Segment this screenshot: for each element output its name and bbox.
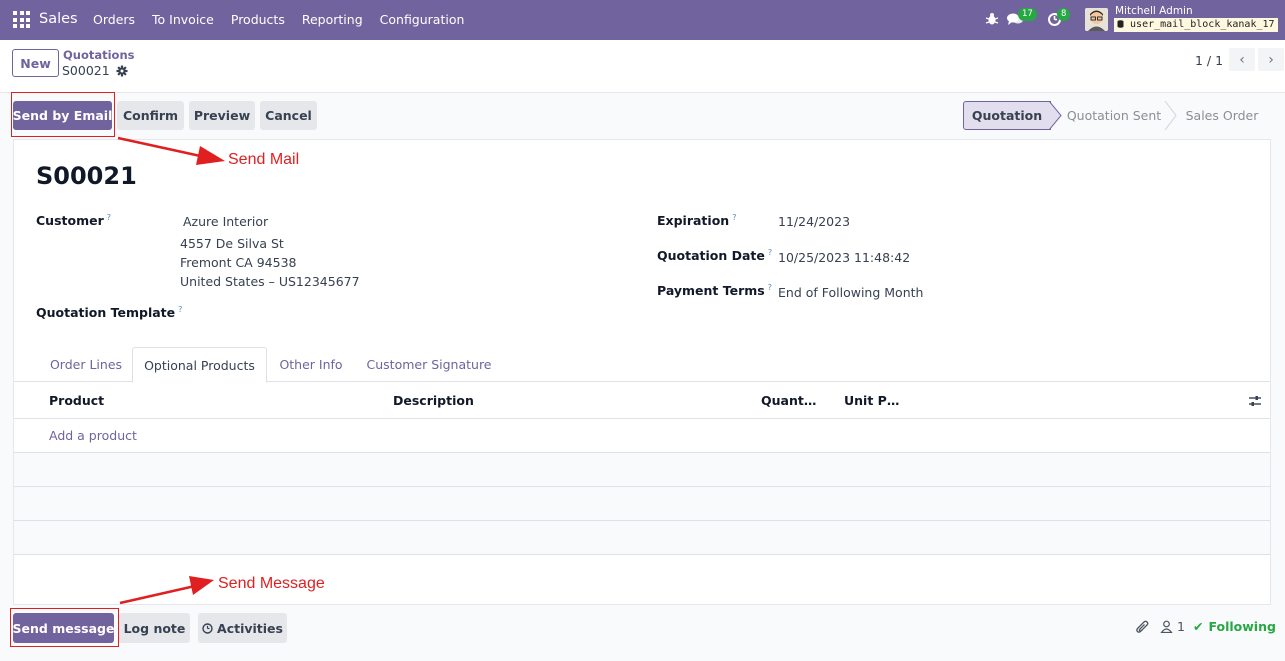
customer-address-line2: Fremont CA 94538	[180, 255, 297, 270]
help-tooltip-icon[interactable]: ?	[732, 213, 736, 222]
send-message-highlight	[10, 608, 119, 647]
help-tooltip-icon[interactable]: ?	[768, 248, 772, 257]
messages-count-badge: 17	[1018, 8, 1037, 21]
control-panel: New Quotations S00021 1 / 1 ‹ ›	[0, 40, 1285, 93]
table-row	[14, 453, 1270, 487]
activities-count-badge: 8	[1057, 8, 1071, 21]
table-row	[14, 487, 1270, 521]
stage-quotation[interactable]: Quotation	[963, 101, 1051, 130]
pager-value[interactable]: 1 / 1	[1195, 53, 1223, 68]
quotation-date-label: Quotation Date?	[657, 248, 773, 264]
database-icon	[1117, 20, 1124, 28]
check-icon: ✔	[1193, 619, 1204, 634]
clock-icon	[202, 622, 213, 634]
table-header: Product Description Quant… Unit P…	[14, 382, 1270, 419]
stage-separator	[1164, 101, 1177, 130]
optional-columns-icon[interactable]	[1248, 394, 1262, 408]
menu-item-reporting[interactable]: Reporting	[302, 12, 363, 27]
activities-button[interactable]: Activities	[198, 613, 287, 643]
new-button[interactable]: New	[12, 49, 59, 77]
activities-button-label: Activities	[217, 620, 283, 636]
confirm-button[interactable]: Confirm	[117, 101, 184, 130]
form-sheet: S00021 Customer? Azure Interior 4557 De …	[13, 139, 1271, 605]
cancel-button[interactable]: Cancel	[260, 101, 317, 130]
breadcrumb-current: S00021	[62, 63, 128, 78]
record-title: S00021	[36, 162, 137, 190]
menu-item-configuration[interactable]: Configuration	[380, 12, 465, 27]
expiration-value[interactable]: 11/24/2023	[778, 214, 850, 229]
apps-menu-icon[interactable]	[13, 11, 30, 28]
stage-sales-order[interactable]: Sales Order	[1178, 101, 1266, 130]
column-unit-price[interactable]: Unit P…	[844, 393, 899, 408]
following-button[interactable]: ✔ Following	[1193, 619, 1276, 634]
help-tooltip-icon[interactable]: ?	[178, 305, 182, 314]
menu-item-orders[interactable]: Orders	[93, 12, 135, 27]
expiration-label: Expiration?	[657, 213, 737, 229]
column-description[interactable]: Description	[393, 393, 474, 408]
column-product[interactable]: Product	[49, 393, 104, 408]
pager-previous-button[interactable]: ‹	[1229, 48, 1255, 71]
pager-next-button[interactable]: ›	[1258, 48, 1284, 71]
send-by-email-highlight	[11, 92, 115, 137]
bug-icon[interactable]	[985, 12, 999, 26]
stage-quotation-sent[interactable]: Quotation Sent	[1062, 101, 1166, 130]
tab-other-info[interactable]: Other Info	[271, 347, 351, 382]
chevron-left-icon: ‹	[1239, 51, 1245, 68]
user-name[interactable]: Mitchell Admin	[1115, 5, 1193, 17]
customer-name[interactable]: Azure Interior	[183, 214, 268, 229]
breadcrumb-current-label: S00021	[62, 63, 110, 78]
chevron-right-icon: ›	[1268, 51, 1274, 68]
menu-item-to-invoice[interactable]: To Invoice	[152, 12, 214, 27]
main-menu: Orders To Invoice Products Reporting Con…	[93, 12, 481, 27]
help-tooltip-icon[interactable]: ?	[107, 213, 111, 222]
notebook-tabs: Order Lines Optional Products Other Info…	[14, 347, 1270, 383]
quotation-template-label: Quotation Template?	[36, 305, 183, 321]
preview-button[interactable]: Preview	[189, 101, 255, 130]
add-line-row: Add a product	[14, 419, 1270, 453]
customer-address-line3: United States – US12345677	[180, 274, 360, 289]
followers-button[interactable]: 1	[1160, 619, 1185, 634]
quotation-date-value[interactable]: 10/25/2023 11:48:42	[778, 250, 910, 265]
database-name: user_mail_block_kanak_17	[1114, 18, 1278, 32]
tab-customer-signature[interactable]: Customer Signature	[360, 347, 498, 382]
payment-terms-label: Payment Terms?	[657, 283, 772, 299]
send-message-annotation: Send Message	[218, 575, 325, 592]
payment-terms-value[interactable]: End of Following Month	[778, 285, 923, 300]
top-navbar: Sales Orders To Invoice Products Reporti…	[0, 0, 1285, 40]
status-bar: Send by Email Confirm Preview Cancel Quo…	[0, 93, 1285, 139]
breadcrumb-parent[interactable]: Quotations	[63, 48, 135, 62]
stage-arrow-active	[1049, 101, 1062, 130]
log-note-button[interactable]: Log note	[119, 613, 190, 643]
tab-optional-products[interactable]: Optional Products	[132, 347, 267, 383]
send-mail-annotation: Send Mail	[228, 151, 300, 168]
gear-icon[interactable]	[116, 65, 128, 77]
following-label: Following	[1208, 619, 1276, 634]
customer-address-line1: 4557 De Silva St	[180, 236, 284, 251]
user-avatar[interactable]	[1085, 8, 1108, 31]
database-label: user_mail_block_kanak_17	[1130, 19, 1275, 30]
tab-order-lines[interactable]: Order Lines	[38, 347, 134, 382]
followers-count: 1	[1177, 619, 1185, 634]
menu-item-products[interactable]: Products	[231, 12, 285, 27]
paperclip-icon[interactable]	[1135, 619, 1150, 635]
table-row	[14, 521, 1270, 555]
user-icon	[1160, 620, 1173, 633]
help-tooltip-icon[interactable]: ?	[768, 283, 772, 292]
column-quantity[interactable]: Quant…	[761, 393, 816, 408]
customer-label: Customer?	[36, 213, 111, 229]
add-product-link[interactable]: Add a product	[49, 428, 137, 443]
app-name[interactable]: Sales	[39, 11, 78, 27]
